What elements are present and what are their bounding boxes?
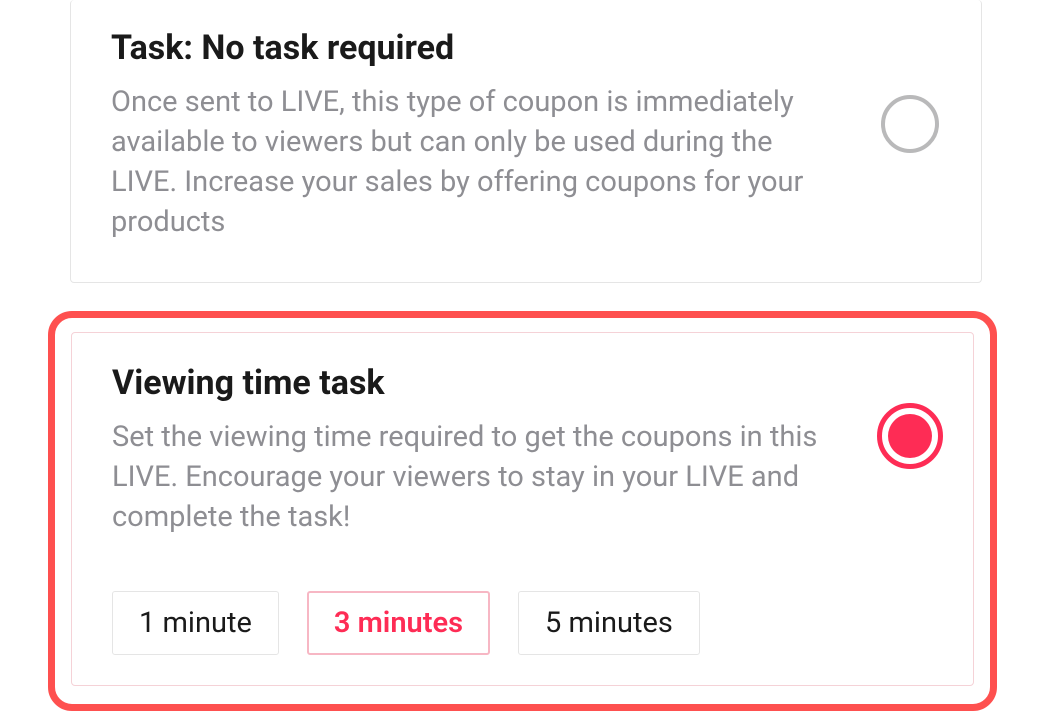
task-description: Once sent to LIVE, this type of coupon i…	[111, 82, 821, 242]
radio-selected-icon	[888, 414, 932, 458]
highlighted-task-wrapper: Viewing time task Set the viewing time r…	[48, 311, 997, 711]
radio-no-task[interactable]	[881, 95, 939, 153]
option-1-minute[interactable]: 1 minute	[112, 591, 279, 655]
task-description: Set the viewing time required to get the…	[112, 417, 822, 537]
task-title: Viewing time task	[112, 363, 937, 403]
radio-unselected-icon	[881, 95, 939, 153]
option-3-minutes[interactable]: 3 minutes	[307, 591, 490, 655]
task-card-viewing-time[interactable]: Viewing time task Set the viewing time r…	[71, 332, 974, 686]
task-card-no-task[interactable]: Task: No task required Once sent to LIVE…	[70, 0, 982, 283]
option-5-minutes[interactable]: 5 minutes	[518, 591, 700, 655]
task-title: Task: No task required	[111, 28, 941, 68]
viewing-time-options: 1 minute 3 minutes 5 minutes	[112, 591, 937, 655]
radio-viewing-time[interactable]	[877, 403, 943, 469]
